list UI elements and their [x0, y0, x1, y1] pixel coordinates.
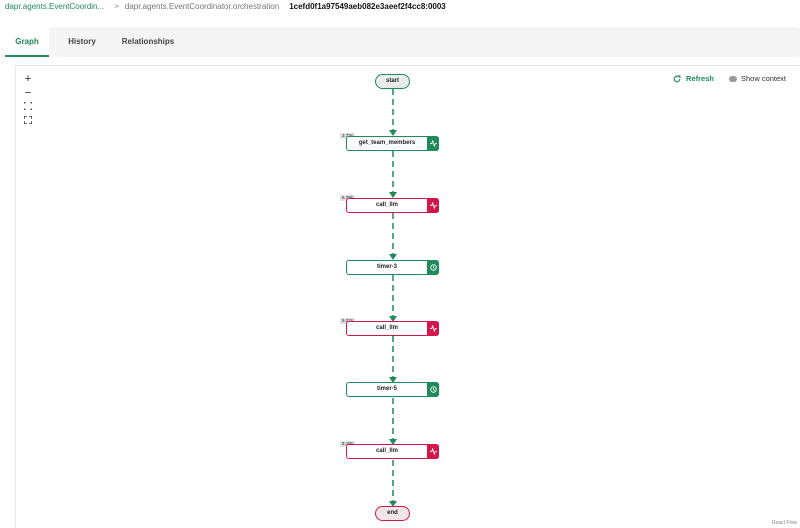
node-label: call_llm: [375, 202, 398, 208]
refresh-icon: [673, 74, 681, 82]
node-call-llm[interactable]: call_llm: [346, 198, 439, 213]
node-call-llm[interactable]: call_llm: [346, 321, 439, 336]
zoom-controls: + −: [22, 72, 34, 128]
tab-bar: Graph History Relationships: [5, 27, 800, 57]
tab-relationships[interactable]: Relationships: [113, 27, 183, 57]
fit-view-icon: [23, 101, 33, 111]
breadcrumb-separator: >: [114, 1, 119, 11]
graph-toolbar: Refresh Show context: [673, 74, 786, 83]
breadcrumb-workflow-link[interactable]: dapr.agents.EventCoordinator.orchestrati…: [125, 2, 279, 11]
breadcrumb-root-link[interactable]: dapr.agents.EventCoordin...: [5, 2, 104, 11]
breadcrumb: dapr.agents.EventCoordin... > dapr.agent…: [5, 0, 446, 12]
fit-view-button[interactable]: [22, 100, 34, 114]
show-context-toggle[interactable]: Show context: [728, 74, 786, 83]
refresh-label: Refresh: [686, 74, 714, 83]
node-get-team-members[interactable]: get_team_members: [346, 136, 439, 151]
node-timer-3[interactable]: timer-3: [346, 260, 439, 275]
node-label: get_team_members: [358, 140, 416, 146]
node-label: timer-5: [376, 386, 397, 392]
react-flow-attribution[interactable]: React Flow: [772, 520, 797, 526]
activity-icon: [427, 198, 439, 213]
show-context-label: Show context: [740, 74, 786, 83]
start-node[interactable]: start: [375, 74, 410, 89]
tab-graph[interactable]: Graph: [5, 27, 49, 57]
node-label: timer-3: [376, 264, 397, 270]
toggle-icon: [728, 75, 737, 82]
tab-history[interactable]: History: [59, 27, 105, 57]
fullscreen-icon: [23, 115, 33, 125]
node-timer-5[interactable]: timer-5: [346, 382, 439, 397]
activity-icon: [427, 321, 439, 336]
zoom-out-button[interactable]: −: [22, 86, 34, 100]
refresh-button[interactable]: Refresh: [673, 74, 714, 83]
node-call-llm[interactable]: call_llm: [346, 444, 439, 459]
node-label: call_llm: [375, 325, 398, 331]
zoom-in-button[interactable]: +: [22, 72, 34, 86]
activity-icon: [427, 136, 439, 151]
activity-icon: [427, 444, 439, 459]
clock-icon: [427, 382, 439, 397]
fullscreen-button[interactable]: [22, 114, 34, 128]
clock-icon: [427, 260, 439, 275]
node-label: call_llm: [375, 448, 398, 454]
end-node[interactable]: end: [375, 506, 410, 521]
breadcrumb-instance-id: 1cefd0f1a97549aeb082e3aeef2f4cc8:0003: [289, 1, 446, 11]
